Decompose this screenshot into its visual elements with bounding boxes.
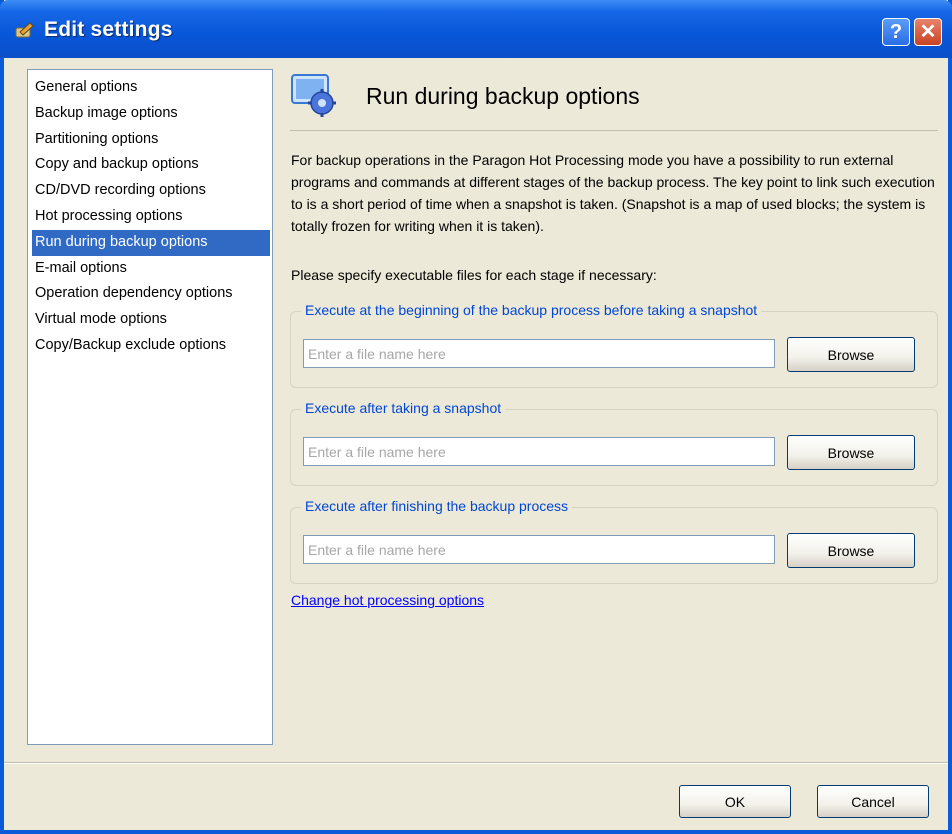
before-snapshot-file-input[interactable] (303, 339, 775, 368)
settings-pencil-icon (15, 22, 34, 38)
window-title: Edit settings (44, 18, 173, 41)
description-text: For backup operations in the Paragon Hot… (291, 152, 935, 234)
run-settings-icon (291, 74, 336, 117)
after-snapshot-file-input[interactable] (303, 437, 775, 466)
sidebar-item-exclude[interactable]: Copy/Backup exclude options (32, 333, 270, 359)
sidebar-item-run-during-backup[interactable]: Run during backup options (32, 229, 270, 256)
before-snapshot-browse-button[interactable]: Browse (787, 337, 915, 372)
group-legend: Execute at the beginning of the backup p… (301, 302, 762, 318)
title-bar[interactable]: Edit settings ? ✕ (0, 0, 952, 58)
group-legend: Execute after finishing the backup proce… (301, 498, 573, 514)
sidebar-item-copy-backup[interactable]: Copy and backup options (32, 152, 270, 178)
sidebar-item-cd-dvd[interactable]: CD/DVD recording options (32, 178, 270, 204)
before-snapshot-group: Execute at the beginning of the backup p… (290, 302, 938, 388)
footer-divider (4, 762, 948, 764)
options-list: General options Backup image options Par… (27, 69, 273, 745)
after-backup-browse-button[interactable]: Browse (787, 533, 915, 568)
instruction-text: Please specify executable files for each… (291, 267, 657, 283)
help-button[interactable]: ? (882, 18, 910, 46)
sidebar-item-operation-dependency[interactable]: Operation dependency options (32, 281, 270, 307)
header-divider (290, 130, 938, 131)
after-backup-file-input[interactable] (303, 535, 775, 564)
close-button[interactable]: ✕ (914, 18, 942, 46)
after-snapshot-browse-button[interactable]: Browse (787, 435, 915, 470)
sidebar-item-email[interactable]: E-mail options (32, 256, 270, 282)
after-backup-group: Execute after finishing the backup proce… (290, 498, 938, 584)
edit-settings-window: Edit settings ? ✕ General options Backup… (0, 0, 952, 834)
ok-button[interactable]: OK (679, 785, 791, 818)
sidebar-item-backup-image[interactable]: Backup image options (32, 101, 270, 127)
after-snapshot-group: Execute after taking a snapshot Browse (290, 400, 938, 486)
group-legend: Execute after taking a snapshot (301, 400, 506, 416)
sidebar-item-general[interactable]: General options (32, 75, 270, 101)
cancel-button[interactable]: Cancel (817, 785, 929, 818)
change-hot-processing-link[interactable]: Change hot processing options (291, 592, 484, 608)
sidebar-item-hot-processing[interactable]: Hot processing options (32, 204, 270, 230)
sidebar-item-virtual-mode[interactable]: Virtual mode options (32, 307, 270, 333)
sidebar-item-partitioning[interactable]: Partitioning options (32, 127, 270, 153)
page-title: Run during backup options (366, 83, 640, 109)
